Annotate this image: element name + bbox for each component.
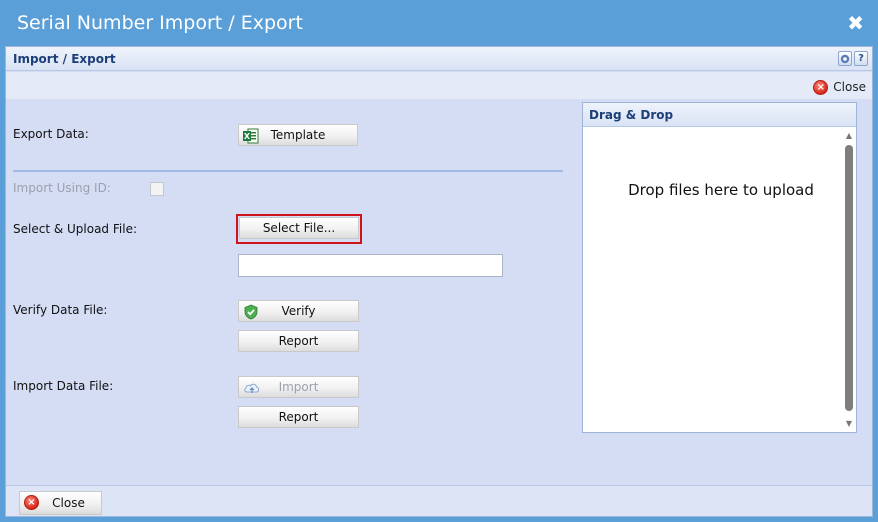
close-button-label: Close [52,496,85,510]
panel-header: Import / Export ? [6,47,872,71]
import-using-id-checkbox[interactable] [150,182,164,196]
template-label: Template [270,128,326,142]
close-link-top[interactable]: × Close [813,78,866,96]
section-divider [13,170,563,172]
verify-data-label: Verify Data File: [13,303,108,317]
window-close-icon[interactable]: ✖ [847,13,864,33]
drop-zone-text: Drop files here to upload [628,181,814,199]
drag-drop-panel[interactable]: Drag & Drop Drop files here to upload ▲ … [582,102,857,433]
svg-text:X: X [244,132,251,141]
window-titlebar: Serial Number Import / Export ✖ [0,0,878,46]
import-label: Import [278,380,319,394]
settings-gear-icon[interactable] [838,51,852,66]
close-icon: × [24,495,39,510]
close-icon: × [813,79,829,95]
verify-report-button[interactable]: Report [238,330,359,352]
panel-toolbar: × Close [6,72,872,99]
import-data-label: Import Data File: [13,379,114,393]
template-button[interactable]: X Template [238,124,358,146]
scroll-up-arrow-icon[interactable]: ▲ [844,131,854,141]
verify-report-label: Report [278,334,319,348]
drop-zone-scrollbar[interactable]: ▲ ▼ [843,131,855,429]
panel-footer: × Close [6,485,872,516]
help-icon[interactable]: ? [854,51,868,66]
verify-label: Verify [281,304,316,318]
cloud-upload-icon [243,380,260,396]
excel-icon: X [243,128,259,144]
close-button[interactable]: × Close [19,491,102,515]
select-file-button[interactable]: Select File... [239,217,359,239]
drag-drop-header: Drag & Drop [583,103,856,127]
import-report-label: Report [278,410,319,424]
window-title: Serial Number Import / Export [17,12,303,34]
scroll-down-arrow-icon[interactable]: ▼ [844,419,854,429]
panel-title: Import / Export [13,52,116,66]
drag-drop-title: Drag & Drop [589,108,674,122]
verify-button[interactable]: Verify [238,300,359,322]
select-upload-label: Select & Upload File: [13,222,137,236]
file-path-field[interactable] [238,254,503,277]
shield-check-icon [243,304,259,320]
import-button[interactable]: Import [238,376,359,398]
import-using-id-label: Import Using ID: [13,181,111,195]
scroll-thumb[interactable] [845,145,853,411]
close-label: Close [833,80,866,94]
export-data-label: Export Data: [13,127,89,141]
select-file-label: Select File... [262,221,336,235]
import-export-panel: Import / Export ? × Close Export Data: X [5,46,873,517]
import-report-button[interactable]: Report [238,406,359,428]
